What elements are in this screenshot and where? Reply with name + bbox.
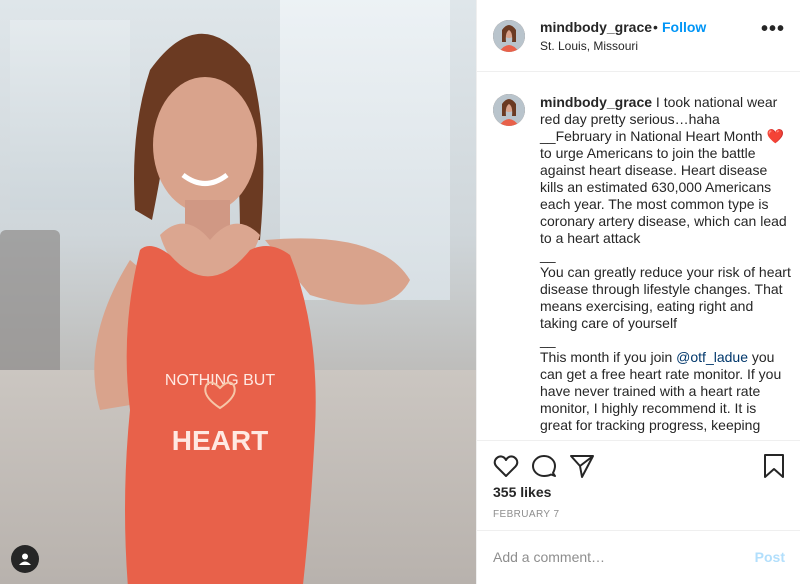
bookmark-icon[interactable] [761,453,787,479]
caption-username[interactable]: mindbody_grace [540,94,652,110]
separator-dot: • [653,19,658,35]
caption-text: mindbody_grace I took national wear red … [540,94,792,434]
post-comment-button[interactable]: Post [755,549,785,565]
header-username[interactable]: mindbody_grace [540,19,652,35]
shirt-text-bottom: HEART [172,425,268,456]
more-icon[interactable]: ••• [761,19,785,39]
comment-bar: Post [477,530,800,584]
caption-mention[interactable]: @otf_ladue [676,349,748,365]
woman-figure: NOTHING BUT HEART [94,33,410,584]
likes-count[interactable]: 355 likes [493,484,551,500]
location-link[interactable]: St. Louis, Missouri [540,39,638,53]
heart-icon[interactable] [493,453,519,479]
post-side-panel: mindbody_grace • Follow St. Louis, Misso… [476,0,800,584]
post-photo[interactable]: NOTHING BUT HEART [0,0,476,584]
post-modal: NOTHING BUT HEART mindbody_grace • Follo… [0,0,800,584]
shirt-text-top: NOTHING BUT [165,372,275,389]
share-icon[interactable] [569,453,595,479]
post-date[interactable]: FEBRUARY 7 [493,509,559,520]
caption-body-1: I took national wear red day pretty seri… [540,94,791,365]
user-tag-icon[interactable] [11,545,39,573]
comment-input[interactable] [493,549,733,565]
comment-icon[interactable] [531,453,557,479]
avatar[interactable] [493,94,525,126]
avatar[interactable] [493,20,525,52]
post-header: mindbody_grace • Follow St. Louis, Misso… [477,0,800,72]
action-bar [477,440,800,484]
caption-scroll-area[interactable]: mindbody_grace I took national wear red … [477,72,800,440]
follow-button[interactable]: Follow [662,19,706,35]
